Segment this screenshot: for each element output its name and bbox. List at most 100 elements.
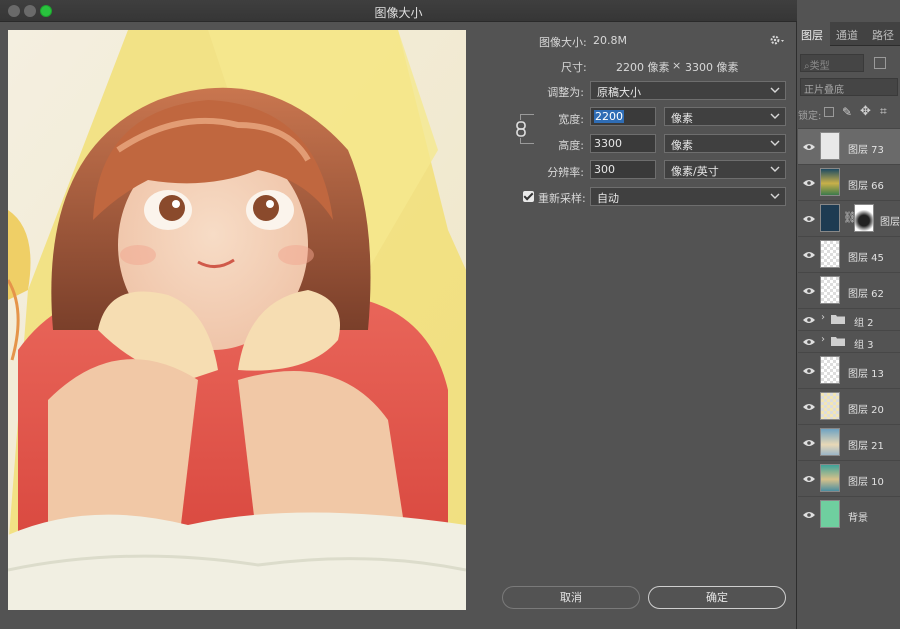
resolution-input[interactable]: 300	[590, 160, 656, 179]
window-title: 图像大小	[374, 6, 423, 20]
cancel-button[interactable]: 取消	[502, 586, 640, 609]
dimensions-height: 3300 像素	[685, 61, 739, 74]
brush-icon[interactable]: ✎	[842, 105, 852, 119]
image-preview[interactable]	[8, 30, 466, 610]
chevron-down-icon	[770, 140, 780, 146]
lock-row: 锁定: ✎ ✥ ⌗	[798, 104, 900, 124]
layer-name: 图层 45	[848, 253, 884, 264]
chevron-right-icon[interactable]: ›	[821, 334, 825, 345]
chevron-right-icon[interactable]: ›	[821, 312, 825, 323]
layer-row[interactable]: 图层 20	[798, 388, 900, 424]
fit-to-value: 原稿大小	[597, 86, 641, 99]
layer-thumbnail	[820, 428, 840, 456]
width-label: 宽度:	[558, 113, 584, 126]
image-size-label: 图像大小:	[539, 36, 587, 49]
layer-row[interactable]: 图层 73	[798, 128, 900, 164]
lock-transparent-icon[interactable]	[824, 107, 834, 117]
layer-row[interactable]: 图层 10	[798, 460, 900, 496]
resample-checkbox[interactable]	[523, 191, 534, 202]
panel-tabs: 图层 通道 路径	[798, 22, 900, 46]
eye-icon[interactable]	[803, 316, 815, 324]
group-name: 组 2	[854, 318, 874, 329]
layer-name: 图层 62	[848, 289, 884, 300]
height-input[interactable]: 3300	[590, 134, 656, 153]
artboard-icon[interactable]: ⌗	[880, 104, 887, 119]
layer-row[interactable]: 图层 62	[798, 272, 900, 308]
layer-thumbnail	[820, 132, 840, 160]
layer-thumbnail	[820, 276, 840, 304]
eye-icon[interactable]	[803, 439, 815, 447]
title-bar[interactable]: 图像大小	[0, 0, 797, 22]
group-name: 组 3	[854, 340, 874, 351]
layer-thumbnail	[820, 168, 840, 196]
layer-name: 图层	[880, 217, 900, 228]
layer-name: 图层 66	[848, 181, 884, 192]
layer-thumbnail	[820, 500, 840, 528]
group-row[interactable]: › 组 2	[798, 308, 900, 330]
layer-name: 图层 20	[848, 405, 884, 416]
eye-icon[interactable]	[803, 215, 815, 223]
folder-icon	[831, 337, 845, 346]
height-label: 高度:	[558, 139, 584, 152]
dimensions-times: ×	[672, 59, 682, 72]
eye-icon[interactable]	[803, 179, 815, 187]
eye-icon[interactable]	[803, 475, 815, 483]
layer-thumbnail	[820, 392, 840, 420]
ok-button[interactable]: 确定	[648, 586, 786, 609]
tab-paths[interactable]: 路径	[872, 27, 894, 43]
width-unit-select[interactable]: 像素	[664, 107, 786, 126]
layer-row[interactable]: 图层 21	[798, 424, 900, 460]
resample-value: 自动	[597, 192, 619, 205]
eye-icon[interactable]	[803, 511, 815, 519]
layer-thumbnail	[820, 356, 840, 384]
resolution-unit-value: 像素/英寸	[671, 165, 719, 178]
dimensions-width: 2200 像素	[616, 61, 670, 74]
fit-to-select[interactable]: 原稿大小	[590, 81, 786, 100]
layer-row[interactable]: 图层 13	[798, 352, 900, 388]
layer-thumbnail	[820, 240, 840, 268]
resolution-unit-select[interactable]: 像素/英寸	[664, 160, 786, 179]
blend-mode-value: 正片叠底	[804, 85, 844, 96]
layer-row[interactable]: 图层 66	[798, 164, 900, 200]
layer-filter[interactable]: ⌕类型	[800, 54, 864, 72]
resolution-value: 300	[594, 163, 615, 176]
width-unit-value: 像素	[671, 112, 693, 125]
image-size-dialog: 图像大小 图像大小: 20.8M 尺寸: 2200 像素 × 3300 像素 调…	[0, 0, 797, 629]
eye-icon[interactable]	[803, 251, 815, 259]
layer-thumbnail	[820, 464, 840, 492]
height-value: 3300	[594, 137, 622, 150]
layer-name: 图层 13	[848, 369, 884, 380]
group-row[interactable]: › 组 3	[798, 330, 900, 352]
resample-select[interactable]: 自动	[590, 187, 786, 206]
image-filter-icon[interactable]	[874, 57, 886, 69]
layer-name: 图层 73	[848, 145, 884, 156]
eye-icon[interactable]	[803, 287, 815, 295]
eye-icon[interactable]	[803, 367, 815, 375]
tab-layers[interactable]: 图层	[801, 27, 823, 43]
chevron-down-icon	[770, 113, 780, 119]
gear-icon[interactable]	[769, 34, 785, 46]
resolution-label: 分辨率:	[547, 166, 584, 179]
resample-label: 重新采样:	[538, 192, 586, 205]
tab-channels[interactable]: 通道	[836, 27, 858, 43]
layer-row[interactable]: 背景	[798, 496, 900, 532]
eye-icon[interactable]	[803, 143, 815, 151]
layer-name: 背景	[848, 513, 868, 524]
chevron-down-icon	[770, 166, 780, 172]
layer-name: 图层 21	[848, 441, 884, 452]
height-unit-select[interactable]: 像素	[664, 134, 786, 153]
dimensions-label: 尺寸:	[561, 61, 587, 74]
image-size-value: 20.8M	[593, 34, 627, 47]
eye-icon[interactable]	[803, 338, 815, 346]
fit-to-label: 调整为:	[547, 86, 584, 99]
blend-mode-select[interactable]: 正片叠底	[800, 78, 898, 96]
layer-thumbnail	[820, 204, 840, 232]
width-input[interactable]: 2200	[590, 107, 656, 126]
layer-row[interactable]: 图层 45	[798, 236, 900, 272]
folder-icon	[831, 315, 845, 324]
layer-name: 图层 10	[848, 477, 884, 488]
move-icon[interactable]: ✥	[860, 104, 871, 119]
layer-filter-value: 类型	[809, 61, 830, 72]
layer-row[interactable]: ⛓ 图层	[798, 200, 900, 236]
eye-icon[interactable]	[803, 403, 815, 411]
